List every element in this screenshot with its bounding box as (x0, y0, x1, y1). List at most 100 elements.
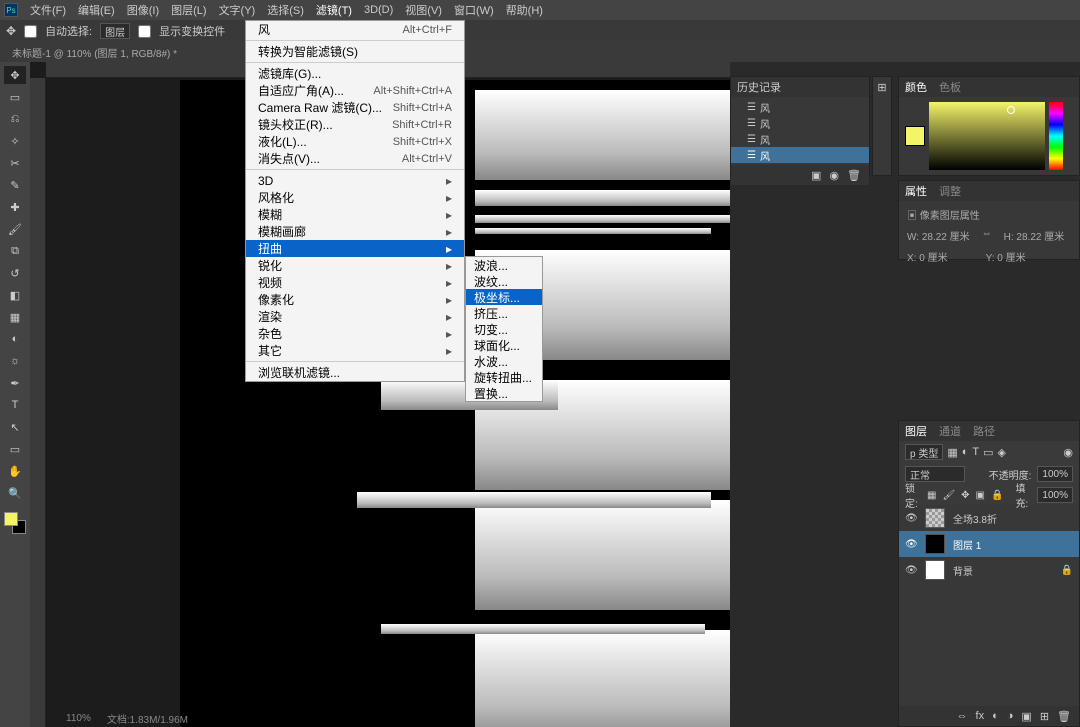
layer-row[interactable]: 👁 背景 🔒 (899, 557, 1079, 583)
lock-pixels-icon[interactable]: 🖌 (942, 490, 955, 501)
properties-tab[interactable]: 属性 (905, 183, 927, 199)
layer-fx-icon[interactable]: fx (976, 710, 985, 722)
color-field[interactable] (929, 102, 1045, 170)
filter-lens-correction[interactable]: 镜头校正(R)...Shift+Ctrl+R (246, 116, 464, 133)
history-state[interactable]: ☰风 (731, 147, 869, 163)
filter-blur[interactable]: 模糊 (246, 206, 464, 223)
paths-tab[interactable]: 路径 (973, 423, 995, 439)
link-layers-icon[interactable]: ⇔ (957, 710, 968, 722)
marquee-tool[interactable]: ▭ (4, 88, 26, 106)
history-state[interactable]: ☰风 (731, 131, 869, 147)
hue-slider[interactable] (1049, 102, 1063, 170)
filter-toggle-icon[interactable]: ◉ (1063, 446, 1073, 459)
layers-tab[interactable]: 图层 (905, 423, 927, 439)
height-field[interactable]: H: 28.22 厘米 (1004, 228, 1065, 243)
distort-pinch[interactable]: 挤压... (466, 305, 542, 321)
filter-last[interactable]: 风Alt+Ctrl+F (246, 21, 464, 38)
menu-layer[interactable]: 图层(L) (165, 2, 212, 18)
filter-type-icon[interactable]: T (972, 446, 979, 458)
layer-row[interactable]: 👁 全场3.8折 (899, 505, 1079, 531)
lock-artboard-icon[interactable]: ▣ (976, 490, 985, 501)
color-preview[interactable] (905, 126, 925, 146)
filter-adjust-icon[interactable]: ◐ (962, 446, 969, 458)
distort-wave[interactable]: 波浪... (466, 257, 542, 273)
filter-browse-online[interactable]: 浏览联机滤镜... (246, 364, 464, 381)
fill-value[interactable]: 100% (1037, 487, 1073, 503)
adjustment-layer-icon[interactable]: ◑ (1007, 710, 1014, 722)
eyedropper-tool[interactable]: ✎ (4, 176, 26, 194)
channels-tab[interactable]: 通道 (939, 423, 961, 439)
delete-state-icon[interactable]: 🗑 (847, 169, 861, 182)
width-field[interactable]: W: 28.22 厘米 (907, 228, 970, 243)
crop-tool[interactable]: ✂ (4, 154, 26, 172)
blur-tool[interactable]: ◐ (4, 330, 26, 348)
lock-transparency-icon[interactable]: ▦ (927, 490, 936, 501)
distort-zigzag[interactable]: 水波... (466, 353, 542, 369)
layer-thumbnail[interactable] (925, 534, 945, 554)
menu-edit[interactable]: 编辑(E) (72, 2, 121, 18)
filter-pixel-icon[interactable]: ▦ (947, 446, 957, 459)
filter-render[interactable]: 渲染 (246, 308, 464, 325)
link-wh-icon[interactable]: ⇔ (982, 228, 992, 243)
color-tab[interactable]: 颜色 (905, 79, 927, 95)
history-tab[interactable]: 历史记录 (731, 77, 869, 97)
layer-name[interactable]: 图层 1 (953, 537, 981, 552)
transform-ctrls-checkbox[interactable] (138, 25, 151, 38)
filter-vanishing-point[interactable]: 消失点(V)...Alt+Ctrl+V (246, 150, 464, 167)
autoselect-target[interactable]: 图层 (100, 23, 130, 39)
hand-tool[interactable]: ✋ (4, 462, 26, 480)
color-swatches[interactable] (4, 512, 26, 534)
distort-displace[interactable]: 置换... (466, 385, 542, 401)
distort-polar[interactable]: 极坐标... (466, 289, 542, 305)
new-layer-icon[interactable]: ⊞ (1040, 710, 1049, 723)
layer-row[interactable]: 👁 图层 1 (899, 531, 1079, 557)
zoom-tool[interactable]: 🔍 (4, 484, 26, 502)
menu-image[interactable]: 图像(I) (121, 2, 165, 18)
zoom-level[interactable]: 110% (66, 713, 91, 724)
y-field[interactable]: Y: 0 厘米 (986, 249, 1026, 264)
filter-distort[interactable]: 扭曲 (246, 240, 464, 257)
distort-shear[interactable]: 切变... (466, 321, 542, 337)
layer-name[interactable]: 背景 (953, 563, 973, 578)
healing-tool[interactable]: ✚ (4, 198, 26, 216)
menu-type[interactable]: 文字(Y) (213, 2, 262, 18)
filter-3d[interactable]: 3D (246, 172, 464, 189)
lock-all-icon[interactable]: 🔒 (991, 490, 1003, 501)
filter-shape-icon[interactable]: ▭ (983, 446, 993, 459)
foreground-color-swatch[interactable] (4, 512, 18, 526)
lasso-tool[interactable]: ⎌ (4, 110, 26, 128)
filter-blur-gallery[interactable]: 模糊画廊 (246, 223, 464, 240)
path-select-tool[interactable]: ↖ (4, 418, 26, 436)
menu-file[interactable]: 文件(F) (24, 2, 72, 18)
visibility-icon[interactable]: 👁 (905, 565, 917, 576)
type-tool[interactable]: T (4, 396, 26, 414)
brush-tool[interactable]: 🖌 (4, 220, 26, 238)
eraser-tool[interactable]: ◧ (4, 286, 26, 304)
new-group-icon[interactable]: ▣ (1021, 710, 1031, 723)
menu-filter[interactable]: 滤镜(T) (310, 2, 358, 18)
menu-window[interactable]: 窗口(W) (448, 2, 500, 18)
history-state[interactable]: ☰风 (731, 115, 869, 131)
filter-video[interactable]: 视频 (246, 274, 464, 291)
gradient-tool[interactable]: ▦ (4, 308, 26, 326)
add-mask-icon[interactable]: ◐ (992, 710, 999, 722)
menu-help[interactable]: 帮助(H) (500, 2, 549, 18)
filter-smart-icon[interactable]: ◈ (998, 446, 1006, 459)
filter-gallery[interactable]: 滤镜库(G)... (246, 65, 464, 82)
opacity-value[interactable]: 100% (1037, 466, 1073, 482)
delete-layer-icon[interactable]: 🗑 (1057, 710, 1071, 723)
autoselect-checkbox[interactable] (24, 25, 37, 38)
filter-sharpen[interactable]: 锐化 (246, 257, 464, 274)
filter-pixelate[interactable]: 像素化 (246, 291, 464, 308)
wand-tool[interactable]: ✧ (4, 132, 26, 150)
pen-tool[interactable]: ✒ (4, 374, 26, 392)
layer-name[interactable]: 全场3.8折 (953, 511, 997, 526)
layer-thumbnail[interactable] (925, 560, 945, 580)
shape-tool[interactable]: ▭ (4, 440, 26, 458)
filter-stylize[interactable]: 风格化 (246, 189, 464, 206)
visibility-icon[interactable]: 👁 (905, 539, 917, 550)
visibility-icon[interactable]: 👁 (905, 513, 917, 524)
adjustments-tab[interactable]: 调整 (939, 183, 961, 199)
menu-3d[interactable]: 3D(D) (358, 4, 399, 16)
filter-other[interactable]: 其它 (246, 342, 464, 359)
